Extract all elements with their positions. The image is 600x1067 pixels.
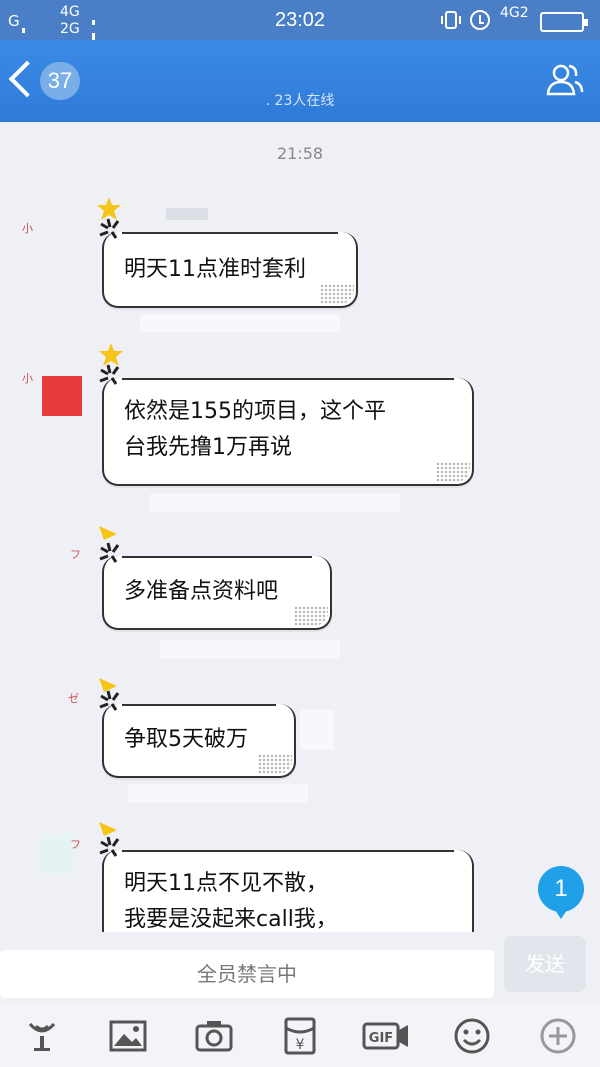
camera-icon[interactable] <box>194 1016 234 1056</box>
network-4g2-label: 4G2 <box>500 5 529 21</box>
bubble-dot-pattern <box>294 606 328 626</box>
muted-input-field: 全员禁言中 <box>0 950 494 998</box>
group-members-icon[interactable] <box>544 60 584 100</box>
emoji-icon[interactable] <box>452 1016 492 1056</box>
message-text-line: 我要是没起来call我， <box>124 907 338 932</box>
message-text-line: 明天11点不见不散， <box>124 871 328 896</box>
sender-name: 小 <box>22 222 33 235</box>
input-bar: 全员禁言中 发送 <box>0 932 600 1002</box>
svg-text:GIF: GIF <box>369 1031 393 1046</box>
message-bubble[interactable]: 明天11点不见不散， 我要是没起来call我， <box>99 836 474 932</box>
bubble-dot-pattern <box>320 284 354 304</box>
bubble-corner-deco-icon <box>99 218 120 239</box>
message-text-line: 台我先撸1万再说 <box>124 435 292 460</box>
bubble-corner-deco-icon <box>99 836 120 857</box>
blurred-region <box>128 784 308 802</box>
message-bubble[interactable]: 多准备点资料吧 <box>99 542 332 630</box>
vibrate-icon <box>441 11 461 29</box>
blurred-region <box>160 640 340 658</box>
online-count-subtitle: . 23人在线 <box>265 93 335 109</box>
new-message-count-badge[interactable]: 1 <box>538 866 584 919</box>
bubble-corner-deco-icon <box>99 690 120 711</box>
chat-header: 37 . 23人在线 <box>0 40 600 122</box>
status-bar: G 4G 2G 23:02 4G2 <box>0 0 600 90</box>
input-toolbar: ¥ GIF <box>0 1002 600 1067</box>
message-bubble[interactable]: 争取5天破万 <box>99 690 296 778</box>
battery-icon <box>540 12 588 32</box>
microphone-icon[interactable] <box>22 1016 62 1056</box>
message-bubble[interactable]: 明天11点准时套利 <box>99 218 358 308</box>
blurred-region <box>150 494 400 512</box>
message-text-line: 依然是155的项目，这个平 <box>124 399 386 424</box>
plus-icon[interactable] <box>538 1016 578 1056</box>
blurred-region <box>300 710 334 750</box>
message-text: 争取5天破万 <box>124 727 248 752</box>
message-bubble[interactable]: 依然是155的项目，这个平 台我先撸1万再说 <box>99 364 474 486</box>
message-timestamp: 21:58 <box>276 144 324 163</box>
sender-name: フ <box>70 548 81 561</box>
blurred-region <box>140 314 340 332</box>
message-text: 明天11点准时套利 <box>124 257 306 282</box>
bubble-corner-deco-icon <box>99 364 120 385</box>
bubble-dot-pattern <box>258 754 292 774</box>
sender-nickname-blurred <box>166 208 208 220</box>
bubble-dot-pattern <box>436 462 470 482</box>
avatar[interactable] <box>42 376 82 416</box>
gif-icon[interactable]: GIF <box>362 1016 410 1056</box>
svg-text:¥: ¥ <box>296 1037 305 1053</box>
sender-name: 小 <box>22 372 33 385</box>
bubble-corner-deco-icon <box>99 542 120 563</box>
message-text: 多准备点资料吧 <box>124 579 279 604</box>
image-icon[interactable] <box>108 1016 148 1056</box>
avatar-blurred <box>40 834 74 874</box>
sender-name: フ <box>70 838 81 851</box>
status-right-group: 4G2 <box>440 5 590 35</box>
message-list[interactable]: 21:58 小 明天11点准时套利 小 依然是155的项目，这个平 台我先撸1万… <box>0 122 600 932</box>
sender-name: ゼ <box>68 692 79 705</box>
alarm-icon <box>470 10 490 30</box>
send-button[interactable]: 发送 <box>504 936 586 992</box>
red-packet-icon[interactable]: ¥ <box>280 1016 320 1056</box>
